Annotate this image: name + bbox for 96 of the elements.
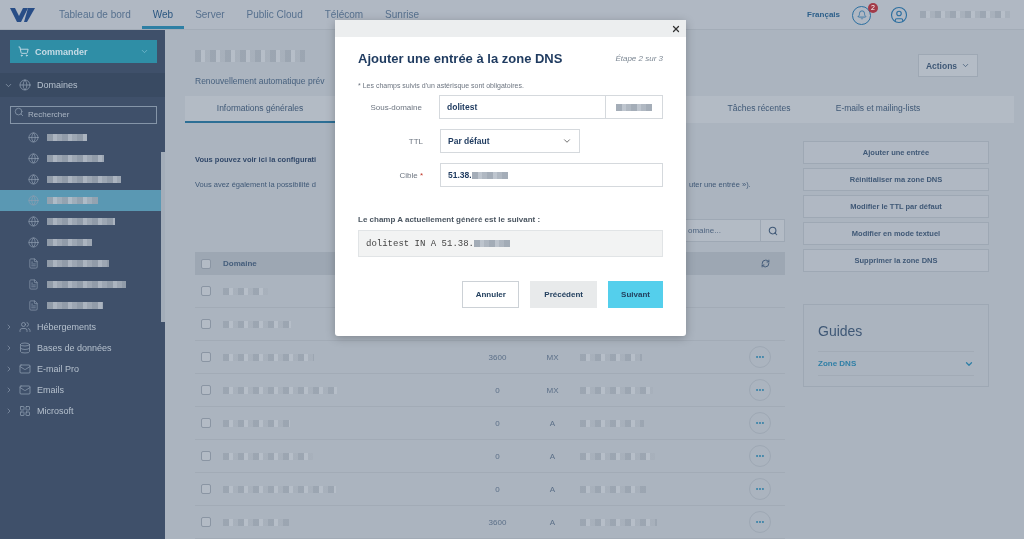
step-indicator: Étape 2 sur 3 — [615, 54, 663, 63]
database-icon — [19, 341, 31, 354]
sidebar-category[interactable]: Hébergements — [37, 321, 97, 332]
sidebar-category[interactable]: E-mail Pro — [37, 363, 79, 374]
chevron-icon[interactable] — [5, 343, 13, 352]
blurred-text — [47, 239, 92, 246]
actions-button[interactable]: Actions — [918, 54, 978, 77]
document-icon — [28, 300, 39, 311]
blurred-text — [223, 419, 290, 427]
target-input[interactable]: 51.38. — [440, 163, 663, 187]
blurred-text — [47, 155, 104, 162]
type-cell-text: A — [548, 484, 557, 494]
domain-search-field[interactable]: omaine... — [686, 219, 761, 242]
search-icon — [767, 225, 778, 236]
field-label: Sous-domaine — [369, 102, 423, 112]
cart-icon — [18, 46, 29, 57]
domains-section[interactable]: Domaines — [37, 80, 78, 90]
chevron-icon[interactable] — [5, 322, 13, 331]
page-tab[interactable]: E-mails et mailing-lists — [813, 95, 943, 123]
ttl-cell-text: 3600 — [487, 352, 508, 362]
refresh-icon[interactable] — [761, 259, 770, 268]
row-checkbox[interactable] — [201, 418, 211, 428]
domain-suffix — [606, 95, 663, 119]
chevron-icon — [562, 136, 572, 146]
page-tab[interactable]: Tâches récentes — [705, 95, 813, 123]
row-checkbox[interactable] — [201, 451, 211, 461]
globe-icon — [28, 195, 39, 206]
globe-icon — [28, 216, 39, 227]
type-cell-text: A — [548, 451, 557, 461]
blurred-text — [223, 320, 291, 328]
order-button[interactable]: Commander — [10, 40, 157, 63]
blurred-text — [223, 287, 268, 295]
previous-button[interactable]: Précédent — [530, 281, 597, 308]
nav-tab[interactable]: Tableau de bord — [48, 0, 142, 29]
guides-title: Guides — [818, 323, 974, 352]
globe-icon — [28, 132, 39, 143]
blurred-text — [47, 134, 87, 141]
record-preview: dolitest IN A 51.38. — [358, 230, 663, 257]
document-icon — [28, 258, 39, 269]
select-all-checkbox[interactable] — [201, 258, 211, 269]
ttl-select[interactable]: Par défaut — [440, 129, 580, 153]
row-checkbox[interactable] — [201, 286, 211, 296]
blurred-text — [47, 197, 98, 204]
blurred-text — [580, 353, 642, 361]
grid-icon — [19, 404, 31, 417]
cancel-button[interactable]: Annuler — [462, 281, 520, 308]
nav-tab[interactable]: Server — [184, 0, 236, 29]
field-label: TTL — [407, 136, 424, 146]
guide-link[interactable]: Zone DNS — [818, 352, 974, 376]
row-checkbox[interactable] — [201, 517, 211, 527]
field-label: Cible * — [398, 170, 424, 180]
globe-icon — [19, 79, 31, 91]
logo-icon[interactable] — [10, 6, 36, 23]
ttl-cell-text: 3600 — [487, 517, 508, 527]
type-cell-text: MX — [545, 385, 560, 395]
blurred-text — [47, 260, 109, 267]
chevron-icon — [140, 47, 149, 56]
sidebar-category[interactable]: Emails — [37, 384, 64, 395]
envelope-icon — [19, 383, 31, 396]
type-cell-text: A — [548, 418, 557, 428]
row-checkbox[interactable] — [201, 319, 211, 329]
chevron-icon[interactable] — [5, 364, 13, 373]
next-button[interactable]: Suivant — [608, 281, 663, 308]
globe-icon — [28, 237, 39, 248]
blurred-text — [47, 218, 115, 225]
type-cell-text: MX — [545, 352, 560, 362]
chevron-icon[interactable] — [5, 406, 13, 415]
sidebar-category[interactable]: Bases de données — [37, 342, 112, 353]
dialog-title: Ajouter une entrée à la zone DNS — [358, 51, 563, 66]
blurred-text — [580, 485, 646, 493]
blurred-text — [223, 518, 289, 526]
close-icon[interactable] — [671, 23, 681, 34]
renewal-text: Renouvellement automatique prév — [195, 76, 325, 86]
sidebar-search-field[interactable]: Rechercher — [10, 105, 157, 124]
subdomain-input[interactable]: dolitest — [439, 95, 606, 119]
chevron-icon[interactable] — [5, 385, 13, 394]
nav-tab[interactable]: Public Cloud — [235, 0, 314, 29]
blurred-text — [580, 419, 644, 427]
search-icon — [14, 107, 24, 117]
row-checkbox[interactable] — [201, 385, 211, 395]
preview-label: Le champ A actuellement généré est le suivant : — [358, 215, 542, 224]
row-checkbox[interactable] — [201, 484, 211, 494]
search-button[interactable] — [761, 219, 785, 242]
people-icon — [19, 320, 31, 333]
document-icon — [28, 279, 39, 290]
row-checkbox[interactable] — [201, 352, 211, 362]
type-cell-text: A — [548, 517, 557, 527]
sidebar-item[interactable] — [0, 190, 161, 211]
user-icon[interactable] — [890, 5, 908, 24]
language-link[interactable]: Français — [807, 10, 840, 19]
chevron-icon — [961, 61, 971, 70]
globe-icon — [28, 153, 39, 164]
globe-icon — [28, 174, 39, 185]
envelope-icon — [19, 362, 31, 375]
sidebar-category[interactable]: Microsoft — [37, 405, 74, 416]
blurred-text — [47, 302, 103, 309]
